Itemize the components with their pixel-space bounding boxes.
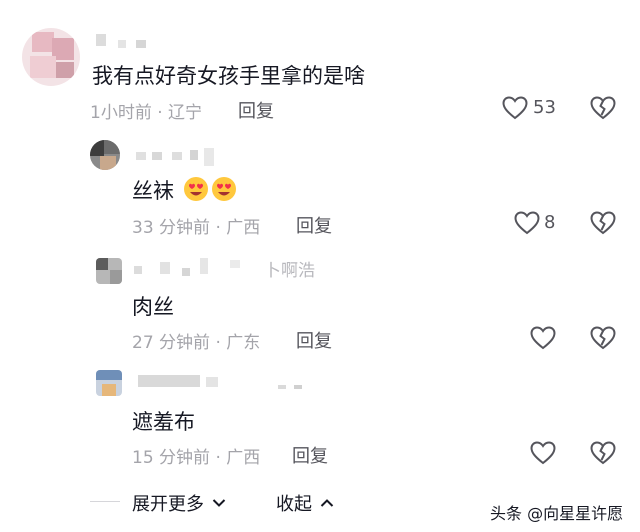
reply-button[interactable]: 回复: [296, 212, 332, 238]
comment-time-location: 33 分钟前 · 广西: [132, 218, 261, 238]
heart-eyes-emoji-icon: [211, 176, 237, 202]
reply-button[interactable]: 回复: [292, 442, 328, 468]
avatar[interactable]: [22, 28, 80, 86]
comment-time-location: 15 分钟前 · 广西: [132, 448, 261, 468]
avatar[interactable]: [96, 370, 122, 396]
dislike-broken-heart-icon[interactable]: [590, 96, 616, 120]
collapse-label: 收起: [276, 494, 312, 515]
reply-button[interactable]: 回复: [238, 97, 274, 123]
chevron-down-icon: [212, 492, 226, 513]
comment-time-location: 1小时前 · 辽宁: [90, 103, 203, 123]
like-heart-icon[interactable]: [502, 96, 528, 120]
comment-text: 丝袜: [132, 175, 237, 205]
username-blurred[interactable]: [96, 32, 156, 50]
expand-more-button[interactable]: 展开更多: [132, 490, 226, 516]
collapse-button[interactable]: 收起: [276, 490, 334, 516]
username-blurred[interactable]: [134, 258, 244, 280]
like-count: 53: [533, 97, 556, 118]
replies-divider: [90, 501, 120, 502]
reply-button[interactable]: 回复: [296, 327, 332, 353]
comment-text: 遮羞布: [132, 410, 195, 434]
dislike-broken-heart-icon[interactable]: [590, 441, 616, 465]
chevron-up-icon: [320, 492, 334, 513]
like-count: 8: [544, 212, 556, 233]
avatar[interactable]: [90, 140, 120, 170]
dislike-broken-heart-icon[interactable]: [590, 326, 616, 350]
heart-eyes-emoji-icon: [183, 176, 209, 202]
comment-time-location: 27 分钟前 · 广东: [132, 333, 261, 353]
expand-more-label: 展开更多: [132, 494, 204, 515]
username-blurred[interactable]: [136, 148, 216, 168]
comment-text: 我有点好奇女孩手里拿的是啥: [92, 64, 365, 88]
like-heart-icon[interactable]: [530, 326, 556, 350]
username-blurred[interactable]: [138, 375, 318, 393]
avatar[interactable]: [96, 258, 122, 284]
like-heart-icon[interactable]: [514, 211, 540, 235]
like-heart-icon[interactable]: [530, 441, 556, 465]
comment-text-content: 丝袜: [132, 179, 174, 203]
username-tag: 卜啊浩: [264, 261, 315, 281]
comment-text: 肉丝: [132, 295, 174, 319]
dislike-broken-heart-icon[interactable]: [590, 211, 616, 235]
watermark: 头条 @向星星许愿: [490, 504, 624, 523]
